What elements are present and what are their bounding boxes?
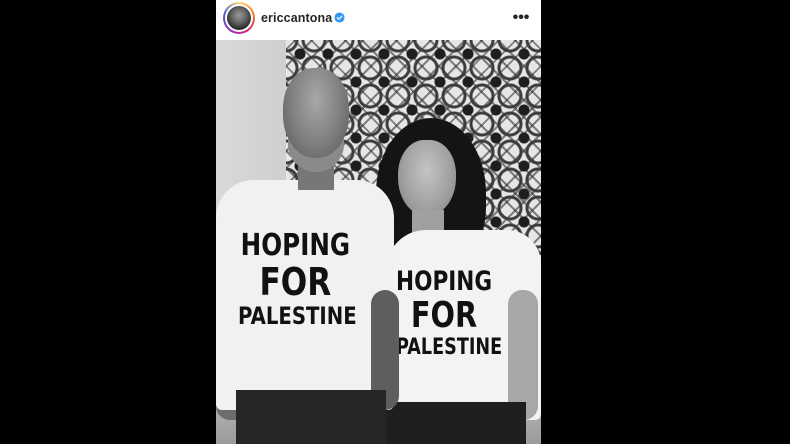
username-link[interactable]: ericcantona [261, 11, 332, 25]
man-shirt-text: HOPING FOR PALESTINE [238, 228, 357, 331]
verified-badge-icon [334, 12, 345, 23]
post-photo[interactable]: HOPING FOR PALESTINE HOPING FOR PALESTIN… [216, 40, 541, 444]
woman-shirt-line1: HOPING [396, 266, 493, 297]
avatar[interactable] [223, 2, 255, 34]
woman-shirt-line3: PALESTINE [396, 335, 503, 360]
man-shirt-line2: FOR [259, 260, 332, 304]
woman-jeans [386, 402, 526, 444]
avatar-border [225, 4, 253, 32]
man-shirt-line3: PALESTINE [238, 302, 357, 330]
instagram-post: ericcantona ••• HOPING FOR PALESTINE HOP… [216, 0, 541, 444]
woman-shirt-text: HOPING FOR PALESTINE [396, 266, 503, 361]
man-shirt-line1: HOPING [240, 228, 351, 263]
post-header: ericcantona ••• [216, 0, 541, 40]
woman-shirt-line2: FOR [410, 295, 478, 336]
more-horizontal-icon: ••• [512, 9, 530, 26]
man-head [283, 68, 349, 158]
avatar-image [227, 6, 251, 30]
man-pants [236, 390, 386, 444]
more-options-button[interactable]: ••• [511, 8, 531, 28]
woman-arm [508, 290, 538, 420]
woman-face [398, 140, 456, 216]
